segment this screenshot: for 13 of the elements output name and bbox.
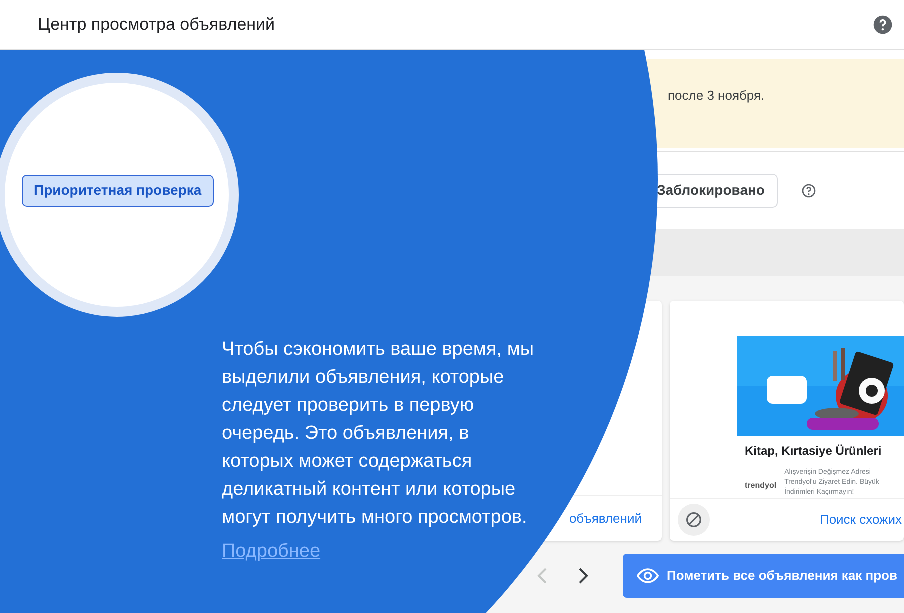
notice-text: после 3 ноября. <box>668 88 765 103</box>
learn-more-link[interactable]: Подробнее <box>222 538 321 566</box>
advertiser-logo: trendyol <box>745 480 777 492</box>
tour-message: Чтобы сэкономить ваше время, мы выделили объявления, которые следует проверить в первую очередь. Это объявления, в которых может содержаться деликатный контент или которые могут получить много просмотров. <box>222 338 536 530</box>
page-title: Центр просмотра объявлений <box>38 14 276 36</box>
mark-all-reviewed-button[interactable]: Пометить все объявления как пров <box>623 554 904 598</box>
ad-title: Kitap, Kırtasiye Ürünleri <box>745 443 883 460</box>
block-icon <box>684 510 704 530</box>
help-icon[interactable] <box>801 182 817 198</box>
help-icon[interactable] <box>872 14 894 36</box>
filter-tab[interactable]: Приоритетная проверка <box>22 174 214 206</box>
similar-ads-link[interactable]: Поиск схожих <box>820 510 902 530</box>
block-button[interactable] <box>678 504 710 536</box>
